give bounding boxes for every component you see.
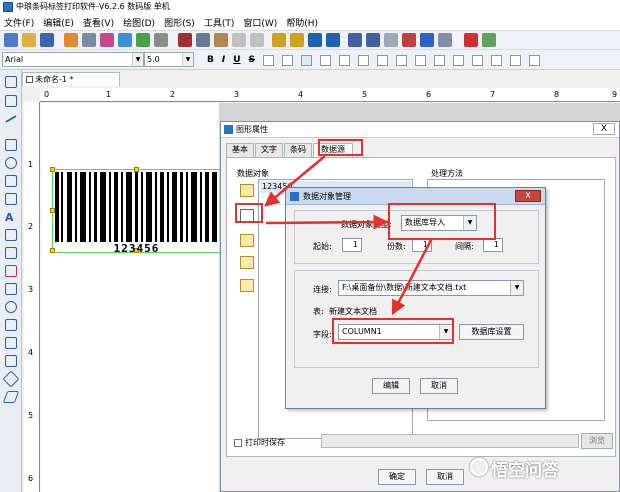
annotation-arrows — [264, 155, 433, 316]
watermark-logo-icon — [470, 458, 488, 476]
watermark-text: 悟空问答 — [491, 461, 559, 481]
